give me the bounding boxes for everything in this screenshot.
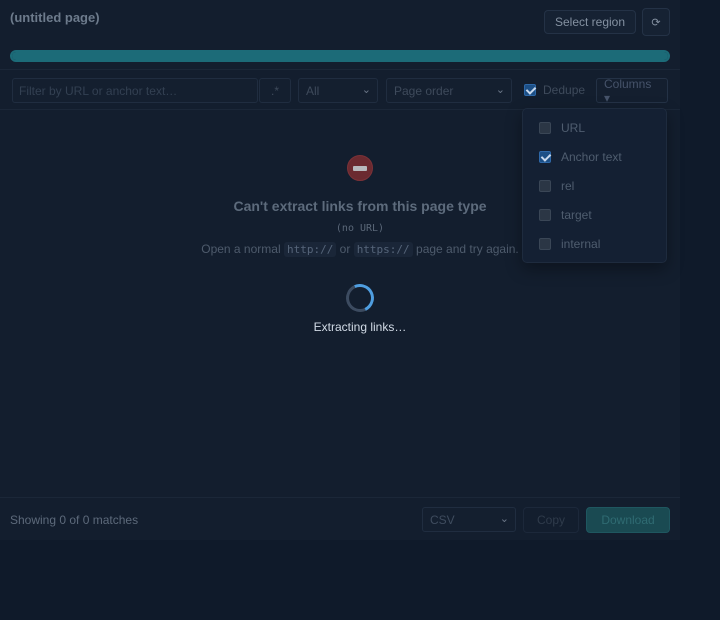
column-label: URL — [561, 121, 586, 135]
no-entry-icon — [347, 155, 373, 181]
refresh-icon: ⟳ — [651, 16, 661, 29]
column-checkbox[interactable] — [539, 151, 551, 163]
columns-menu: URL Anchor text rel target internal — [522, 108, 667, 263]
refresh-button[interactable]: ⟳ — [642, 8, 670, 36]
regex-label: .* — [270, 83, 279, 98]
match-count: Showing 0 of 0 matches — [10, 513, 139, 527]
footer: Showing 0 of 0 matches CSV ⌄ Copy Downlo… — [0, 497, 680, 540]
toolbar: .* All ⌄ Page order ⌄ Dedupe Columns ▾ — [0, 70, 680, 110]
column-checkbox[interactable] — [539, 238, 551, 250]
empty-state-subtitle: (no URL) — [335, 223, 385, 234]
hint-or: or — [339, 242, 351, 256]
empty-state-hint: Open a normal http:// or https:// page a… — [130, 242, 590, 257]
dedupe-toggle[interactable]: Dedupe — [524, 83, 585, 97]
regex-toggle-button[interactable]: .* — [259, 78, 291, 103]
copy-button[interactable]: Copy — [523, 507, 579, 533]
format-select[interactable]: CSV ⌄ — [422, 507, 516, 532]
columns-button[interactable]: Columns ▾ — [596, 76, 668, 105]
column-label: rel — [561, 179, 575, 193]
column-label: Anchor text — [561, 150, 622, 164]
columns-menu-item-anchor-text[interactable]: Anchor text — [539, 149, 622, 165]
column-label: internal — [561, 237, 601, 251]
empty-state: Can't extract links from this page type … — [130, 150, 590, 257]
progress-bar — [10, 50, 670, 62]
columns-menu-item-url[interactable]: URL — [539, 120, 585, 136]
format-select-value: CSV — [430, 512, 455, 527]
empty-state-title: Can't extract links from this page type — [233, 198, 487, 214]
type-select[interactable]: All ⌄ — [298, 78, 378, 103]
page-title: (untitled page) — [10, 10, 100, 25]
columns-menu-item-target[interactable]: target — [539, 207, 592, 223]
columns-menu-item-internal[interactable]: internal — [539, 236, 600, 252]
dedupe-checkbox[interactable] — [524, 84, 536, 96]
order-select-value: Page order — [394, 83, 454, 98]
hint-prefix: Open a normal — [201, 242, 281, 256]
chevron-down-icon: ⌄ — [499, 513, 509, 525]
select-region-button[interactable]: Select region — [544, 10, 636, 34]
hint-suffix: page and try again. — [416, 242, 519, 256]
header: (untitled page) Select region ⟳ — [0, 0, 680, 70]
columns-menu-item-rel[interactable]: rel — [539, 178, 574, 194]
progress-fill — [12, 52, 668, 60]
link-extractor-panel: (untitled page) Select region ⟳ .* All ⌄… — [0, 0, 680, 540]
column-checkbox[interactable] — [539, 122, 551, 134]
download-button[interactable]: Download — [586, 507, 670, 533]
column-checkbox[interactable] — [539, 180, 551, 192]
column-checkbox[interactable] — [539, 209, 551, 221]
filter-input[interactable] — [12, 78, 258, 103]
hint-code-http: http:// — [283, 242, 337, 257]
chevron-down-icon: ⌄ — [361, 84, 371, 96]
type-select-value: All — [306, 83, 320, 98]
column-label: target — [561, 208, 592, 222]
hint-code-https: https:// — [353, 242, 413, 257]
loading-text: Extracting links… — [313, 320, 407, 334]
columns-label: Columns ▾ — [604, 76, 652, 105]
chevron-down-icon: ⌄ — [495, 84, 505, 96]
order-select[interactable]: Page order ⌄ — [386, 78, 512, 103]
dedupe-label: Dedupe — [543, 83, 586, 97]
